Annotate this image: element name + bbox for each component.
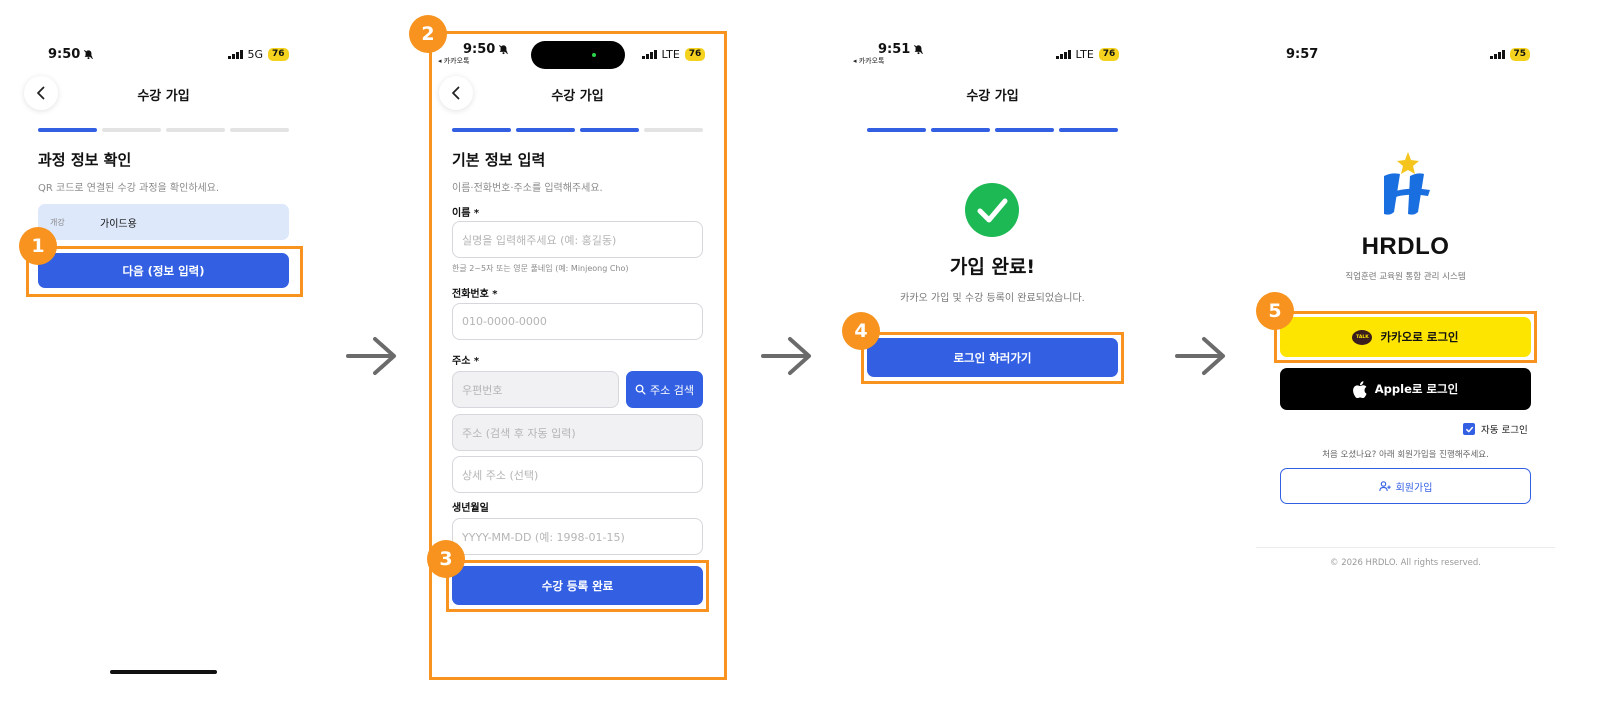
next-button[interactable]: 다음 (정보 입력) xyxy=(38,253,289,288)
signal-icon xyxy=(228,50,243,59)
course-info-card: 개강 가이드용 xyxy=(38,204,289,240)
status-right: LTE 76 xyxy=(1056,48,1120,61)
address-search-label: 주소 검색 xyxy=(650,383,694,397)
address-label: 주소 * xyxy=(452,356,480,367)
progress-step xyxy=(931,128,990,132)
auto-login-toggle[interactable]: 자동 로그인 xyxy=(1463,422,1528,436)
progress-step xyxy=(580,128,639,132)
page-title: 수강 가입 xyxy=(137,89,190,104)
brand-tagline: 직업훈련 교육원 통합 관리 시스템 xyxy=(1345,272,1466,282)
arrow-right-icon xyxy=(346,337,396,375)
status-time: 9:51 xyxy=(878,42,924,57)
progress-step xyxy=(995,128,1054,132)
apple-login-label: Apple로 로그인 xyxy=(1374,382,1459,396)
network-type: 5G xyxy=(247,48,264,61)
bell-muted-icon xyxy=(84,49,94,60)
check-circle-icon xyxy=(965,183,1019,237)
status-right: LTE 76 xyxy=(642,48,706,61)
section-subtitle: 이름·전화번호·주소를 입력해주세요. xyxy=(452,183,603,194)
arrow-right-icon xyxy=(1175,337,1225,375)
progress-step xyxy=(867,128,926,132)
progress-step xyxy=(38,128,97,132)
progress-steps xyxy=(38,128,289,132)
name-hint: 한글 2~5자 또는 영문 풀네임 (예: Minjeong Cho) xyxy=(452,264,629,273)
camera-indicator xyxy=(592,53,596,57)
back-to-app-link[interactable]: ◂ 카카오톡 xyxy=(438,56,470,66)
auto-login-label: 자동 로그인 xyxy=(1481,425,1528,436)
apple-icon xyxy=(1352,380,1367,398)
dynamic-island xyxy=(531,41,625,69)
status-time: 9:57 xyxy=(1286,47,1319,62)
birth-input[interactable]: YYYY-MM-DD (예: 1998-01-15) xyxy=(452,518,703,555)
section-heading: 과정 정보 확인 xyxy=(38,151,132,169)
battery-indicator: 75 xyxy=(1509,48,1531,61)
bell-muted-icon xyxy=(914,44,924,55)
go-to-login-button[interactable]: 로그인 하러가기 xyxy=(867,338,1118,377)
user-add-icon xyxy=(1378,480,1391,491)
section-heading: 기본 정보 입력 xyxy=(452,151,546,169)
course-label: 개강 xyxy=(50,217,65,227)
address-detail-input[interactable]: 상세 주소 (선택) xyxy=(452,456,703,493)
status-right: 5G 76 xyxy=(228,48,289,61)
kakao-talk-icon: TALK xyxy=(1352,329,1373,345)
progress-step xyxy=(452,128,511,132)
network-type: LTE xyxy=(1075,48,1094,61)
home-indicator xyxy=(110,670,217,674)
page-title: 수강 가입 xyxy=(966,89,1019,104)
address-search-button[interactable]: 주소 검색 xyxy=(626,371,703,408)
birth-label: 생년월일 xyxy=(452,503,489,514)
footer-divider xyxy=(1256,547,1555,548)
name-input[interactable]: 실명을 입력해주세요 (예: 홍길동) xyxy=(452,221,703,258)
submit-button[interactable]: 수강 등록 완료 xyxy=(452,566,703,605)
progress-step xyxy=(166,128,225,132)
battery-indicator: 76 xyxy=(1098,48,1120,61)
checkbox-checked-icon[interactable] xyxy=(1463,423,1475,435)
progress-steps xyxy=(452,128,703,132)
progress-steps xyxy=(867,128,1118,132)
zipcode-input[interactable]: 우편번호 xyxy=(452,371,619,408)
copyright-text: © 2026 HRDLO. All rights reserved. xyxy=(1330,558,1481,568)
apple-login-button[interactable]: Apple로 로그인 xyxy=(1280,368,1531,410)
completion-message: 카카오 가입 및 수강 등록이 완료되었습니다. xyxy=(900,293,1085,304)
kakao-login-label: 카카오로 로그인 xyxy=(1380,330,1459,344)
progress-step xyxy=(644,128,703,132)
status-time: 9:50 xyxy=(48,47,94,62)
back-to-app-link[interactable]: ◂ 카카오톡 xyxy=(853,56,885,66)
progress-step xyxy=(230,128,289,132)
step-badge-1: 1 xyxy=(19,227,57,265)
step-badge-4: 4 xyxy=(842,312,880,350)
signal-icon xyxy=(1490,50,1505,59)
brand-name: HRDLO xyxy=(1361,233,1450,260)
step-badge-3: 3 xyxy=(427,540,465,578)
course-value: 가이드용 xyxy=(100,218,137,230)
phone-label: 전화번호 * xyxy=(452,289,498,300)
search-icon xyxy=(635,384,646,395)
completion-heading: 가입 완료! xyxy=(949,256,1036,278)
name-label: 이름 * xyxy=(452,208,480,219)
signup-button[interactable]: 회원가입 xyxy=(1280,468,1531,504)
address-input[interactable]: 주소 (검색 후 자동 입력) xyxy=(452,414,703,451)
signal-icon xyxy=(1056,50,1071,59)
status-right: 75 xyxy=(1490,48,1531,61)
progress-step xyxy=(1059,128,1118,132)
battery-indicator: 76 xyxy=(684,48,706,61)
kakao-login-button[interactable]: TALK 카카오로 로그인 xyxy=(1280,317,1531,357)
phone-input[interactable]: 010-0000-0000 xyxy=(452,303,703,340)
hrdlo-logo-icon xyxy=(1384,152,1430,215)
signal-icon xyxy=(642,50,657,59)
step-badge-2: 2 xyxy=(409,15,447,53)
section-subtitle: QR 코드로 연결된 수강 과정을 확인하세요. xyxy=(38,183,220,194)
bell-muted-icon xyxy=(499,44,509,55)
signup-label: 회원가입 xyxy=(1395,482,1433,494)
status-time: 9:50 xyxy=(463,42,509,57)
progress-step xyxy=(516,128,575,132)
page-title: 수강 가입 xyxy=(551,89,604,104)
battery-indicator: 76 xyxy=(268,48,289,61)
signup-prompt: 처음 오셨나요? 아래 회원가입을 진행해주세요. xyxy=(1322,450,1489,460)
progress-step xyxy=(102,128,161,132)
step-badge-5: 5 xyxy=(1256,292,1294,330)
arrow-right-icon xyxy=(761,337,811,375)
network-type: LTE xyxy=(661,48,680,61)
